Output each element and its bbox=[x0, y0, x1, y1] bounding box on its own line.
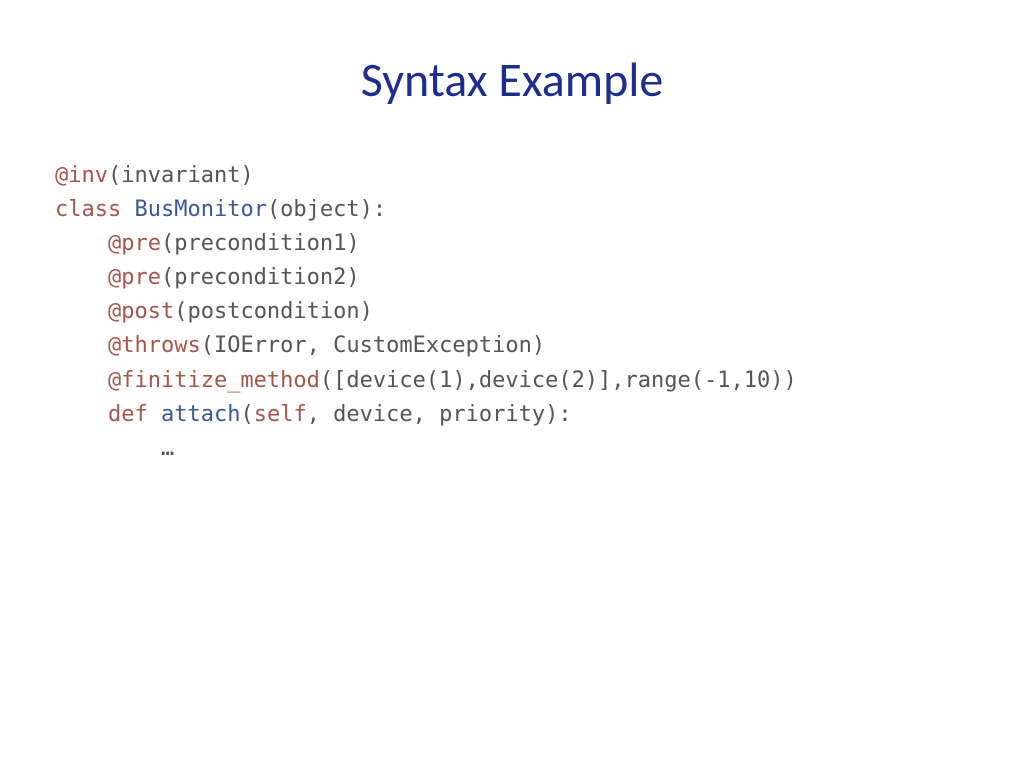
indent bbox=[55, 231, 108, 256]
code-text: (postcondition) bbox=[174, 299, 373, 324]
code-line-2: class BusMonitor(object): bbox=[55, 197, 386, 222]
code-line-4: @pre(precondition2) bbox=[55, 265, 360, 290]
code-text: (IOError, CustomException) bbox=[201, 333, 545, 358]
function-name: attach bbox=[161, 402, 240, 427]
code-line-1: @inv(invariant) bbox=[55, 163, 254, 188]
code-line-7: @finitize_method([device(1),device(2)],r… bbox=[55, 368, 797, 393]
code-text: ([device(1),device(2)],range(-1,10)) bbox=[320, 368, 797, 393]
code-line-5: @post(postcondition) bbox=[55, 299, 373, 324]
decorator-throws: @throws bbox=[108, 333, 201, 358]
code-block: @inv(invariant) class BusMonitor(object)… bbox=[55, 159, 969, 466]
indent bbox=[55, 368, 108, 393]
code-text: , device, priority): bbox=[307, 402, 572, 427]
code-text: (precondition1) bbox=[161, 231, 360, 256]
code-line-9: … bbox=[55, 436, 174, 461]
slide: Syntax Example @inv(invariant) class Bus… bbox=[0, 0, 1024, 768]
decorator-finitize: @finitize_method bbox=[108, 368, 320, 393]
code-line-6: @throws(IOError, CustomException) bbox=[55, 333, 545, 358]
keyword-self: self bbox=[254, 402, 307, 427]
code-text: (object): bbox=[267, 197, 386, 222]
code-line-3: @pre(precondition1) bbox=[55, 231, 360, 256]
decorator-pre: @pre bbox=[108, 265, 161, 290]
decorator-pre: @pre bbox=[108, 231, 161, 256]
indent bbox=[55, 436, 161, 461]
code-line-8: def attach(self, device, priority): bbox=[55, 402, 572, 427]
indent bbox=[55, 402, 108, 427]
code-text: ( bbox=[240, 402, 253, 427]
code-text: (invariant) bbox=[108, 163, 254, 188]
code-text: … bbox=[161, 436, 174, 461]
decorator-inv: @inv bbox=[55, 163, 108, 188]
code-text: (precondition2) bbox=[161, 265, 360, 290]
decorator-post: @post bbox=[108, 299, 174, 324]
slide-title: Syntax Example bbox=[55, 50, 969, 109]
class-name: BusMonitor bbox=[134, 197, 266, 222]
keyword-def: def bbox=[108, 402, 161, 427]
keyword-class: class bbox=[55, 197, 134, 222]
indent bbox=[55, 265, 108, 290]
indent bbox=[55, 333, 108, 358]
indent bbox=[55, 299, 108, 324]
